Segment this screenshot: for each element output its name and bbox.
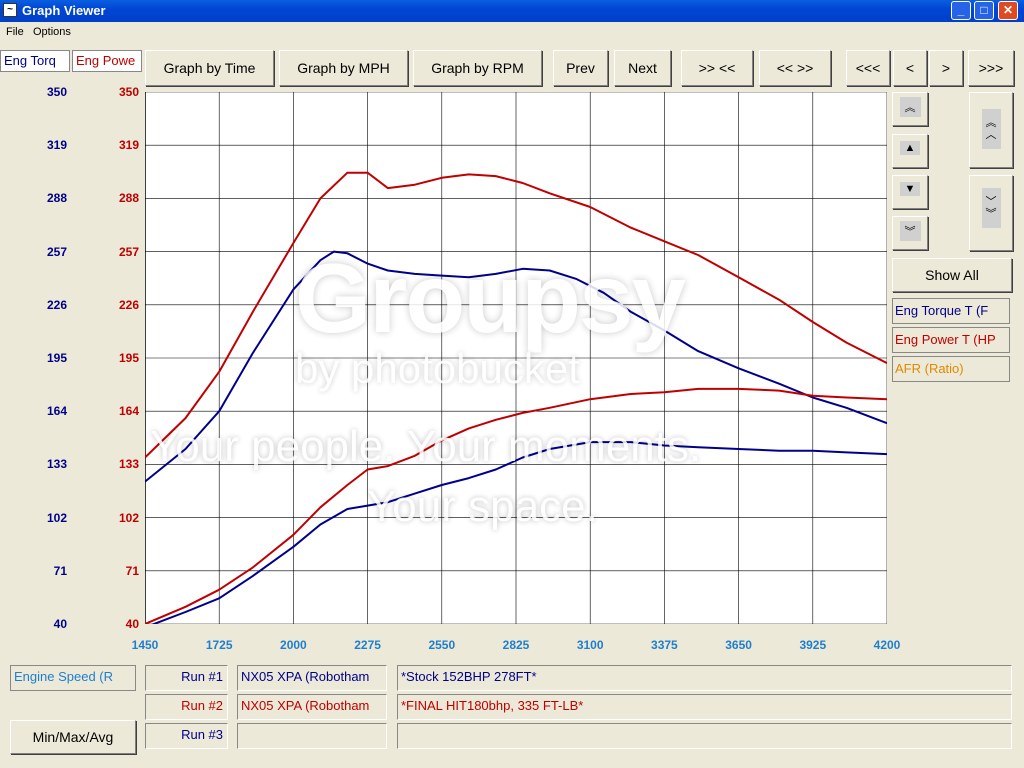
power-axis-tick-label: 350 [118,85,139,99]
scroll-up-fast-button[interactable]: ︽ [892,92,928,126]
x-axis-tick-label: 3925 [799,638,827,652]
power-axis-tick-label: 226 [118,297,139,312]
double-chevron-up-icon: ︽ [899,97,921,117]
x-axis-tick-label: 2550 [428,638,456,652]
torque-axis-tick-label: 257 [46,244,67,259]
power-axis-tick-label: 40 [125,617,139,631]
triple-chevron-up-icon: ︽ ︿ [981,109,1001,149]
scroll-last-button[interactable]: >>> [968,50,1014,86]
torque-axis-tick-label: 195 [46,351,67,365]
run-2-note[interactable]: *FINAL HIT180bhp, 335 FT-LB* [397,694,1012,720]
torque-axis-tick-label: 319 [46,138,67,153]
triple-chevron-down-icon: ﹀ ︾ [981,188,1001,228]
power-axis-tick-label: 319 [118,138,139,153]
run-3-vehicle[interactable] [237,723,387,749]
page-down-button[interactable]: ﹀ ︾ [969,175,1013,251]
run-2-label: Run #2 [145,694,228,720]
run-1-vehicle[interactable]: NX05 XPA (Robotham [237,665,387,691]
menu-options[interactable]: Options [33,26,71,38]
x-axis-tick-label: 1725 [205,638,233,652]
scroll-down-fast-button[interactable]: ︾ [892,216,928,250]
run-1-note[interactable]: *Stock 152BHP 278FT* [397,665,1012,691]
graph-app-icon: ~ [3,3,17,17]
run-1-label: Run #1 [145,665,228,691]
graph-by-mph-button[interactable]: Graph by MPH [279,50,408,86]
scroll-up-button[interactable]: ▲ [892,134,928,168]
tab-eng-power[interactable]: Eng Powe [72,50,142,72]
menu-bar: File Options [0,22,1024,42]
torque-axis-tick-label: 133 [46,457,67,472]
prev-button[interactable]: Prev [553,50,608,86]
x-axis-tick-label: 3650 [725,638,752,652]
page-up-button[interactable]: ︽ ︿ [969,92,1013,168]
chevron-up-icon: ▲ [899,141,921,155]
graph-by-time-button[interactable]: Graph by Time [145,50,274,86]
x-axis-tick-label: 2000 [280,638,307,652]
title-bar: ~ Graph Viewer _ □ ✕ [0,0,1024,22]
scroll-first-button[interactable]: <<< [846,50,890,86]
next-button[interactable]: Next [614,50,671,86]
torque-axis-tick-label: 164 [46,404,67,419]
chevron-down-icon: ▼ [899,182,921,196]
power-axis-tick-label: 102 [118,510,139,525]
show-all-button[interactable]: Show All [892,258,1012,292]
run-3-label: Run #3 [145,723,228,749]
torque-axis-tick-label: 102 [46,510,67,525]
plot-area: Groupsy by photobucket Your people. Your… [144,91,888,629]
x-axis-tick-label: 1450 [131,638,159,652]
menu-file[interactable]: File [6,26,24,38]
torque-axis-tick-label: 226 [46,297,67,312]
x-channel-selector[interactable]: Engine Speed (R [10,665,136,691]
scroll-forward-button[interactable]: > [929,50,963,86]
tab-eng-torque[interactable]: Eng Torq [0,50,70,72]
zoom-in-button[interactable]: >> << [681,50,753,86]
legend-afr[interactable]: AFR (Ratio) [892,356,1010,382]
legend-eng-power[interactable]: Eng Power T (HP [892,327,1010,353]
graph-by-rpm-button[interactable]: Graph by RPM [413,50,542,86]
torque-axis-tick-label: 71 [53,563,67,578]
power-axis-tick-label: 195 [118,351,139,365]
legend-eng-torque[interactable]: Eng Torque T (F [892,298,1010,324]
torque-axis-tick-label: 288 [46,191,67,206]
x-axis-tick-label: 3100 [576,638,604,652]
x-axis-tick-label: 3375 [651,638,678,652]
close-button[interactable]: ✕ [998,1,1018,20]
maximize-button[interactable]: □ [974,1,994,20]
scroll-back-button[interactable]: < [893,50,927,86]
x-axis-tick-label: 2275 [354,638,381,652]
run-2-vehicle[interactable]: NX05 XPA (Robotham [237,694,387,720]
min-max-avg-button[interactable]: Min/Max/Avg [10,720,136,754]
window-title: Graph Viewer [22,3,106,18]
power-axis-tick-label: 288 [118,191,139,206]
power-axis-tick-label: 71 [125,563,139,578]
x-axis-tick-label: 2825 [502,638,530,652]
torque-axis-tick-label: 350 [46,85,67,99]
torque-axis-tick-label: 40 [53,617,67,631]
power-axis-tick-label: 257 [118,244,139,259]
minimize-button[interactable]: _ [951,1,971,20]
x-axis-tick-label: 4200 [873,638,901,652]
line-chart [144,91,888,629]
power-axis-tick-label: 133 [118,457,139,472]
run-3-note[interactable] [397,723,1012,749]
power-axis-tick-label: 164 [118,404,139,419]
zoom-out-button[interactable]: << >> [759,50,831,86]
scroll-down-button[interactable]: ▼ [892,175,928,209]
double-chevron-down-icon: ︾ [899,221,921,241]
